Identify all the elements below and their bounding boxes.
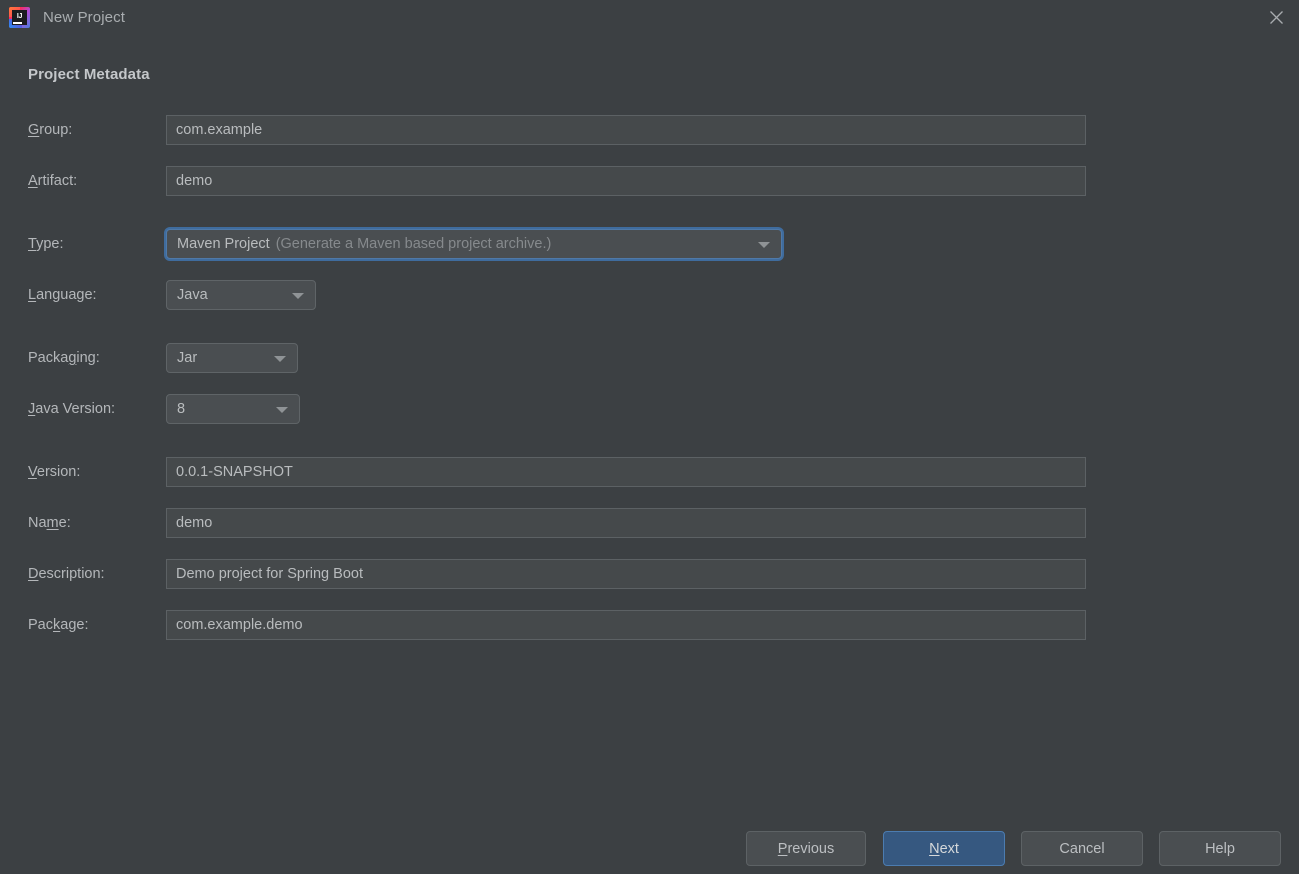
group-input[interactable] <box>166 115 1086 145</box>
packaging-label: Packaging: <box>28 343 100 373</box>
java-version-label: Java Version: <box>28 394 115 424</box>
artifact-label: Artifact: <box>28 166 77 196</box>
chevron-down-icon[interactable] <box>276 407 288 413</box>
new-project-dialog: IJ New Project Project Metadata Group: Ar… <box>0 0 1299 874</box>
type-selected-value: Maven Project <box>177 236 270 252</box>
description-label: Description: <box>28 559 105 589</box>
page-title: Project Metadata <box>28 66 150 83</box>
package-input[interactable] <box>166 610 1086 640</box>
language-label: Language: <box>28 280 97 310</box>
logo-text: IJ <box>17 13 22 20</box>
project-name-input[interactable] <box>166 508 1086 538</box>
previous-button[interactable]: Previous <box>746 831 866 866</box>
type-combobox[interactable]: Maven Project (Generate a Maven based pro… <box>166 229 782 259</box>
packaging-selected-value: Jar <box>177 350 197 366</box>
intellij-idea-logo-icon: IJ <box>9 7 30 28</box>
packaging-combobox[interactable]: Jar <box>166 343 298 373</box>
version-input[interactable] <box>166 457 1086 487</box>
dialog-titlebar: IJ New Project <box>0 0 1299 34</box>
description-input[interactable] <box>166 559 1086 589</box>
close-icon[interactable] <box>1253 0 1299 34</box>
chevron-down-icon[interactable] <box>274 356 286 362</box>
help-button[interactable]: Help <box>1159 831 1281 866</box>
chevron-down-icon[interactable] <box>758 242 770 248</box>
version-label: Version: <box>28 457 80 487</box>
type-value-detail: (Generate a Maven based project archive.… <box>276 236 552 252</box>
artifact-input[interactable] <box>166 166 1086 196</box>
next-button[interactable]: Next <box>883 831 1005 866</box>
project-name-label: Name: <box>28 508 71 538</box>
cancel-button[interactable]: Cancel <box>1021 831 1143 866</box>
dialog-title: New Project <box>43 9 125 26</box>
language-selected-value: Java <box>177 287 208 303</box>
group-label: Group: <box>28 115 72 145</box>
java-version-selected-value: 8 <box>177 401 185 417</box>
type-label: Type: <box>28 229 63 259</box>
package-label: Package: <box>28 610 88 640</box>
chevron-down-icon[interactable] <box>292 293 304 299</box>
java-version-combobox[interactable]: 8 <box>166 394 300 424</box>
language-combobox[interactable]: Java <box>166 280 316 310</box>
